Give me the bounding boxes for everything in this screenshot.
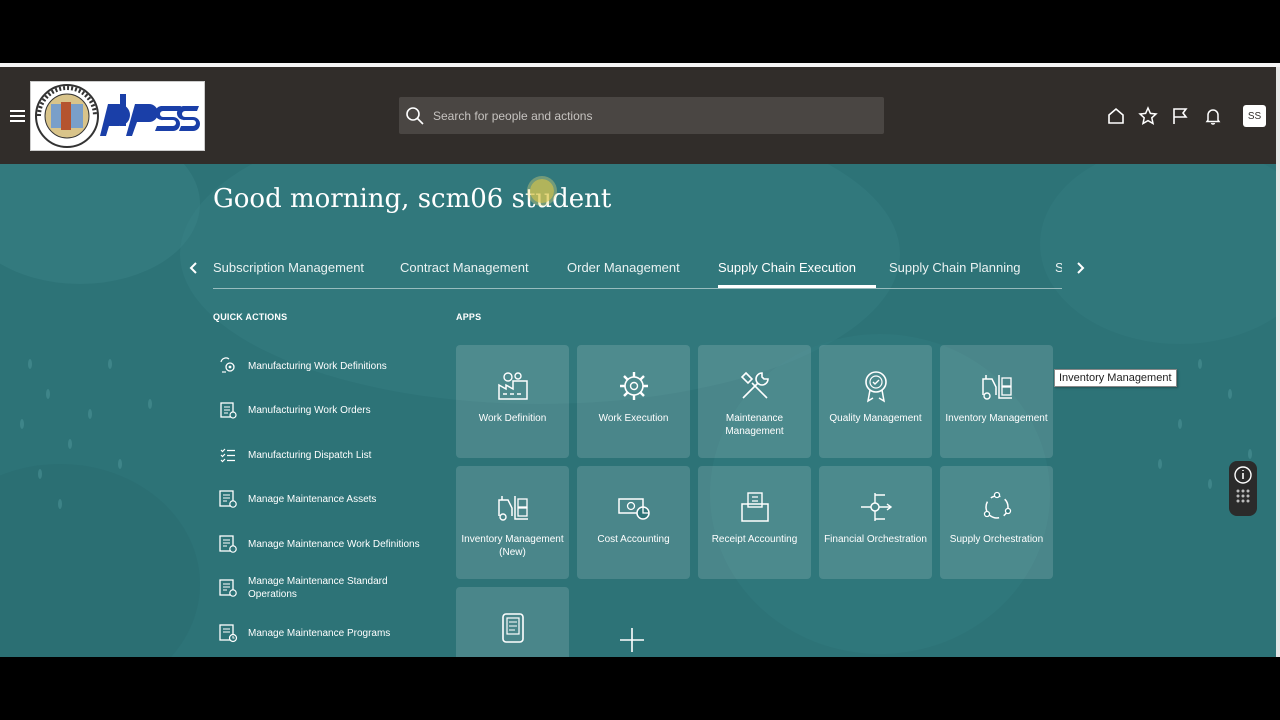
app-tile-inventory-management-new[interactable]: Inventory Management (New)	[456, 466, 569, 579]
cycle-icon	[983, 491, 1012, 519]
tab-contract-management[interactable]: Contract Management	[400, 260, 529, 275]
tab-order-management[interactable]: Order Management	[567, 260, 680, 275]
app-tile-label: Inventory Management (New)	[461, 534, 564, 558]
quick-action-label: Manufacturing Work Orders	[248, 404, 371, 416]
box-doc-icon	[741, 492, 769, 522]
app-tile-work-execution[interactable]: Work Execution	[577, 345, 690, 458]
tab-truncated[interactable]: S	[1055, 260, 1062, 275]
maintenance-doc-icon	[219, 490, 237, 508]
app-tile-label: Receipt Accounting	[711, 534, 798, 545]
home-icon[interactable]	[1106, 106, 1126, 126]
quick-action-item[interactable]: Manage Maintenance Programs	[218, 618, 438, 648]
info-icon	[1234, 466, 1252, 503]
mouse-cursor-highlight	[530, 179, 554, 203]
maintenance-doc-icon	[219, 535, 237, 553]
app-tile-label: Inventory Management	[945, 413, 1048, 424]
award-ribbon-icon	[865, 371, 887, 403]
factory-gear-icon	[498, 372, 528, 400]
scrollbar[interactable]	[1276, 67, 1280, 657]
tab-supply-chain-execution[interactable]: Supply Chain Execution	[718, 260, 856, 275]
category-tabs: Subscription Management Contract Managem…	[186, 254, 1090, 289]
chevron-right-icon[interactable]	[1072, 260, 1088, 276]
quick-action-label: Manage Maintenance Assets	[248, 493, 377, 505]
search-bar[interactable]	[399, 97, 884, 134]
app-tile-label: Maintenance Management	[725, 413, 784, 437]
app-tile-cost-accounting[interactable]: Cost Accounting	[577, 466, 690, 579]
gears-icon	[220, 357, 235, 373]
active-tab-indicator	[718, 285, 876, 288]
forklift-icon	[498, 496, 528, 521]
quick-action-item[interactable]: Manage Maintenance Assets	[218, 484, 438, 514]
maintenance-clock-icon	[219, 624, 238, 643]
app-tile-supply-orchestration[interactable]: Supply Orchestration	[940, 466, 1053, 579]
quick-actions-title: QUICK ACTIONS	[213, 312, 288, 322]
quick-action-item[interactable]: Manage Maintenance Standard Operations	[218, 573, 438, 603]
dpss-logo[interactable]	[30, 81, 205, 151]
app-tile-label: Quality Management	[829, 413, 922, 424]
tablet-icon	[502, 613, 524, 643]
quick-action-item[interactable]: Manufacturing Work Definitions	[218, 351, 438, 381]
app-tile-label: Work Execution	[598, 413, 669, 424]
gear-icon	[620, 372, 648, 400]
search-input[interactable]	[431, 107, 855, 124]
quick-action-item[interactable]: Manufacturing Dispatch List	[218, 440, 438, 470]
app-tile-partial[interactable]	[456, 587, 569, 657]
quick-action-label: Manufacturing Dispatch List	[248, 449, 372, 461]
tooltip: Inventory Management	[1054, 369, 1177, 387]
logo-image	[35, 84, 200, 148]
app-tile-receipt-accounting[interactable]: Receipt Accounting	[698, 466, 811, 579]
quick-action-label: Manage Maintenance Work Definitions	[248, 538, 420, 550]
app-tile-work-definition[interactable]: Work Definition	[456, 345, 569, 458]
flag-icon[interactable]	[1170, 106, 1190, 126]
help-widget[interactable]	[1229, 461, 1257, 516]
app-tile-label: Work Definition	[478, 413, 547, 424]
bell-icon[interactable]	[1203, 106, 1223, 126]
work-order-icon	[220, 402, 237, 419]
orchestration-split-icon	[861, 493, 893, 521]
favorites-star-icon[interactable]	[1138, 106, 1158, 126]
app-tile-quality-management[interactable]: Quality Management	[819, 345, 932, 458]
quick-action-label: Manage Maintenance Programs	[248, 627, 391, 639]
springboard: Good morning, scm06 student Subscription…	[0, 164, 1276, 657]
quick-action-item[interactable]: Manufacturing Work Orders	[218, 395, 438, 425]
apps-title: APPS	[456, 312, 482, 322]
tab-strip: Subscription Management Contract Managem…	[213, 254, 1062, 289]
quick-action-label: Manufacturing Work Definitions	[248, 360, 387, 372]
maintenance-doc-icon	[219, 579, 237, 597]
checklist-icon	[220, 448, 235, 463]
quick-action-item[interactable]: Manage Maintenance Work Definitions	[218, 529, 438, 559]
chevron-left-icon[interactable]	[186, 260, 202, 276]
app-tile-label: Supply Orchestration	[949, 534, 1044, 545]
user-avatar[interactable]: SS	[1243, 105, 1266, 127]
quick-action-label: Manage Maintenance Standard Operations	[248, 576, 388, 600]
forklift-icon	[982, 375, 1012, 400]
app-tile-inventory-management[interactable]: Inventory Management	[940, 345, 1053, 458]
tab-supply-chain-planning[interactable]: Supply Chain Planning	[889, 260, 1021, 275]
menu-icon[interactable]	[10, 110, 25, 122]
money-chart-icon	[618, 498, 650, 520]
wrench-hammer-icon	[740, 371, 769, 399]
app-tile-label: Financial Orchestration	[824, 534, 927, 545]
search-icon	[406, 106, 424, 125]
app-tile-financial-orchestration[interactable]: Financial Orchestration	[819, 466, 932, 579]
add-app-plus-icon[interactable]	[619, 627, 645, 653]
app-tile-maintenance-management[interactable]: Maintenance Management	[698, 345, 811, 458]
app-header: SS	[0, 67, 1276, 164]
app-tile-label: Cost Accounting	[597, 534, 670, 545]
tab-subscription-management[interactable]: Subscription Management	[213, 260, 364, 275]
